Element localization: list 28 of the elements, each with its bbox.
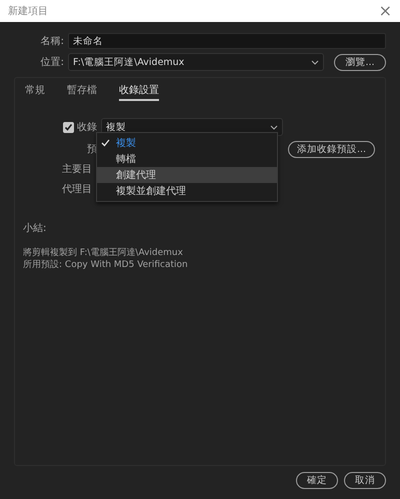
close-button[interactable]: × (378, 3, 392, 19)
chevron-icon (311, 60, 319, 64)
menu-item[interactable]: 創建代理 (97, 167, 277, 183)
preset-label: 預 (87, 143, 97, 156)
checkmark-icon (101, 139, 110, 147)
proxy-destination-label: 代理目 (62, 183, 92, 196)
summary-line: 將剪輯複製到 F:\電腦王阿達\Avidemux (23, 247, 184, 259)
cancel-button[interactable]: 取消 (344, 472, 386, 489)
primary-destination-label: 主要目 (62, 162, 92, 176)
window-title: 新建項目 (8, 4, 48, 18)
ingest-checkbox[interactable] (63, 122, 74, 132)
browse-button[interactable]: 瀏覽... (334, 54, 386, 70)
tab[interactable]: 暫存檔 (67, 83, 97, 101)
location-dropdown[interactable]: F:\電腦王阿達\Avidemux (68, 53, 324, 71)
name-label: 名稱: (40, 35, 64, 48)
summary-title: 小結: (23, 222, 48, 235)
chevron-icon (270, 124, 278, 130)
location-label: 位置: (40, 56, 64, 69)
add-ingest-preset-button[interactable]: 添加收錄預設... (288, 140, 375, 158)
summary-line: 所用預設: Copy With MD5 Verification (23, 259, 189, 271)
tab[interactable]: 常規 (25, 83, 45, 101)
menu-item[interactable]: 複製 (97, 135, 277, 151)
menu-item[interactable]: 複製並創建代理 (97, 183, 277, 199)
name-field[interactable]: 未命名 (68, 33, 386, 49)
ingest-label: 收錄 (77, 121, 97, 134)
tab[interactable]: 收錄設置 (119, 83, 159, 101)
ok-button[interactable]: 確定 (296, 472, 338, 489)
menu-item[interactable]: 轉檔 (97, 151, 277, 167)
